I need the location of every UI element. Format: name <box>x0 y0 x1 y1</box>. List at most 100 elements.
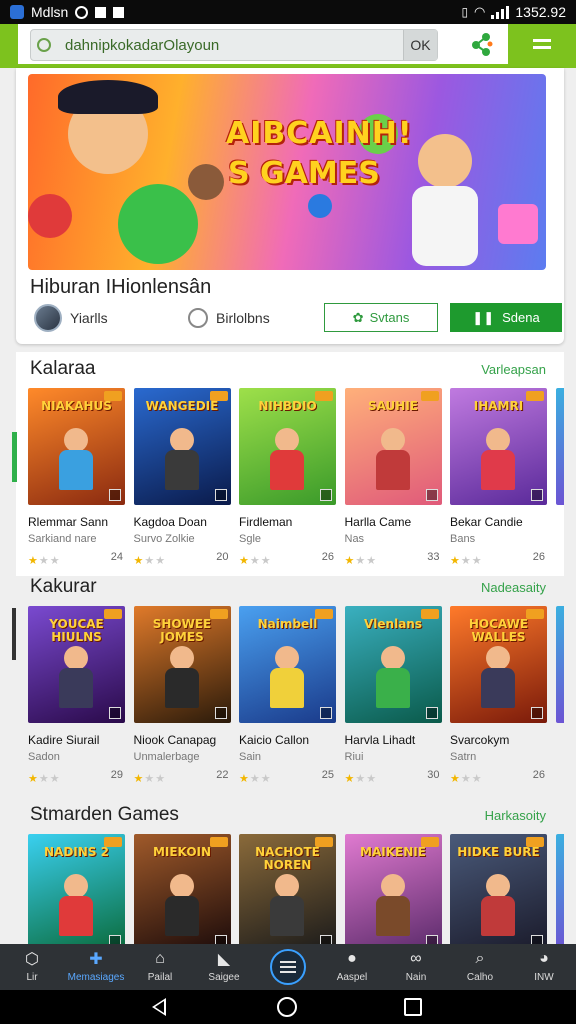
nav-item[interactable]: ⌕ Calho <box>448 944 512 990</box>
recents-icon[interactable] <box>404 998 422 1016</box>
secondary-button[interactable]: ✿ Svtans <box>324 303 438 332</box>
image-icon <box>95 6 107 18</box>
game-card[interactable]: YOUCAE HIULNS Kadire Siurail Sadon ★★★ 29 <box>28 606 125 785</box>
home-icon[interactable] <box>277 997 297 1017</box>
game-thumbnail[interactable] <box>556 606 564 723</box>
game-name[interactable]: Harvla Lihadt <box>345 733 442 747</box>
nav-item-label: Calho <box>466 972 494 983</box>
game-thumbnail[interactable]: SAUHIE <box>344 388 442 505</box>
nav-item[interactable]: ⌂ Pailal <box>128 944 192 990</box>
avatar[interactable] <box>34 304 62 332</box>
game-name[interactable]: Kadire Siurail <box>28 733 125 747</box>
nav-item[interactable]: ◕ INW <box>512 944 576 990</box>
game-card[interactable]: NIAKAHUS Rlemmar Sann Sarkiand nare ★★★ 24 <box>28 388 125 567</box>
nav-item[interactable]: ● Aaspel <box>320 944 384 990</box>
character-body <box>270 896 304 936</box>
game-name[interactable]: Rlemmar Sann <box>28 515 125 529</box>
game-card[interactable]: WANGEDIE Kagdoa Doan Survo Zolkie ★★★ 20 <box>133 388 231 567</box>
game-card[interactable]: HIDKE BURE <box>450 834 547 944</box>
nav-item[interactable]: ✚ Memasiages <box>64 944 128 990</box>
game-thumbnail[interactable]: Vlenlans <box>344 606 442 723</box>
game-card[interactable]: Naimbell Kaicio Callon Sain ★★★ 25 <box>239 606 336 785</box>
game-card-peek[interactable] <box>556 834 564 944</box>
game-developer: Satrn <box>450 751 477 763</box>
character-body <box>164 450 199 490</box>
section-see-all-link[interactable]: Varleapsan <box>481 362 546 377</box>
game-thumbnail[interactable]: HIDKE BURE <box>450 834 547 944</box>
game-thumbnail[interactable]: MAIKENIE <box>344 834 442 944</box>
game-card[interactable]: MAIKENIE <box>344 834 442 944</box>
game-name[interactable]: Bekar Candie <box>450 515 547 529</box>
game-art-title: Naimbell <box>257 617 318 631</box>
featured-banner[interactable]: AIBCAINH! S GAMES <box>28 74 546 270</box>
rating-row: ★★★ 26 <box>239 551 336 567</box>
game-name[interactable]: Svarcokym <box>450 733 547 747</box>
card-row: NIAKAHUS Rlemmar Sann Sarkiand nare ★★★ 24 WA… <box>28 388 564 568</box>
game-card[interactable]: IHAMRI Bekar Candie Bans ★★★ 26 <box>450 388 547 567</box>
game-developer: Nas <box>344 533 365 545</box>
game-card[interactable]: NADINS 2 <box>28 834 125 944</box>
game-thumbnail[interactable]: MIEKOIN <box>133 834 231 944</box>
game-name[interactable]: Kaicio Callon <box>239 733 336 747</box>
star-rating-icon: ★★★ <box>28 555 61 567</box>
nav-menu-button[interactable] <box>256 944 320 990</box>
nav-item[interactable]: ◣ Saigee <box>192 944 256 990</box>
game-thumbnail[interactable]: HOCAWE WALLES <box>450 606 547 723</box>
game-thumbnail[interactable] <box>556 388 564 505</box>
game-thumbnail[interactable]: NACHOTE NOREN <box>239 834 336 944</box>
nav-item-label: Memasiages <box>67 972 125 983</box>
author-name[interactable]: Yiarlls <box>70 310 188 326</box>
game-card[interactable]: HOCAWE WALLES Svarcokym Satrn ★★★ 26 <box>450 606 547 785</box>
game-card[interactable]: MIEKOIN <box>133 834 231 944</box>
game-card[interactable]: SAUHIE Harlla Came Nas ★★★ 33 <box>344 388 442 567</box>
game-thumbnail[interactable]: YOUCAE HIULNS <box>28 606 125 723</box>
platform-icon <box>214 489 227 501</box>
section-see-all-link[interactable]: Harkasoity <box>485 808 546 823</box>
rating-row: ★★★ 25 <box>239 769 336 785</box>
game-name[interactable]: Harlla Came <box>345 515 442 529</box>
character-head <box>486 646 510 670</box>
game-card-peek[interactable] <box>556 388 564 505</box>
chat-icon[interactable] <box>188 308 208 328</box>
game-card[interactable]: NACHOTE NOREN <box>239 834 336 944</box>
game-name[interactable]: Kagdoa Doan <box>134 515 231 529</box>
character-head <box>486 428 510 452</box>
game-thumbnail[interactable]: NIAKAHUS <box>28 388 125 505</box>
game-thumbnail[interactable]: Naimbell <box>239 606 336 723</box>
game-thumbnail[interactable]: SHOWEE JOMES <box>133 606 231 723</box>
back-icon[interactable] <box>152 998 166 1016</box>
game-thumbnail[interactable] <box>556 834 564 944</box>
game-thumbnail[interactable]: IHAMRI <box>450 388 547 505</box>
game-developer: Sadon <box>28 751 60 763</box>
block-illustration <box>498 204 538 244</box>
platform-icon <box>531 935 543 944</box>
primary-button[interactable]: ❚❚ Sdena <box>450 303 562 332</box>
game-card[interactable]: Vlenlans Harvla Lihadt Riui ★★★ 30 <box>344 606 442 785</box>
nav-item[interactable]: ⬡ Lir <box>0 944 64 990</box>
nav-item[interactable]: ∞ Nain <box>384 944 448 990</box>
game-section: Kakurar Nadeasaity YOUCAE HIULNS Kadire Siu… <box>16 570 564 790</box>
game-art-title: NIHBDIO <box>258 399 317 413</box>
platform-icon <box>425 489 438 501</box>
game-thumbnail[interactable]: NIHBDIO <box>239 388 336 505</box>
accent-strip <box>0 24 18 64</box>
search-input[interactable] <box>65 36 395 54</box>
search-clear-button[interactable]: OK <box>403 30 437 60</box>
rating-count: 30 <box>427 769 440 781</box>
rating-row: ★★★ 26 <box>450 769 547 785</box>
game-art-title: MAIKENIE <box>360 845 426 859</box>
game-section: Kalaraa Varleapsan NIAKAHUS Rlemmar Sann Sar… <box>16 352 564 576</box>
game-name[interactable]: Firdleman <box>239 515 336 529</box>
comments-label[interactable]: Birlolbns <box>216 310 334 326</box>
menu-button[interactable] <box>508 24 576 64</box>
search-bar[interactable]: OK <box>30 29 438 61</box>
section-see-all-link[interactable]: Nadeasaity <box>481 580 546 595</box>
game-name[interactable]: Niook Canapag <box>134 733 231 747</box>
game-card-peek[interactable] <box>556 606 564 723</box>
game-card[interactable]: NIHBDIO Firdleman Sgle ★★★ 26 <box>239 388 336 567</box>
rating-count: 33 <box>427 551 440 563</box>
game-card[interactable]: SHOWEE JOMES Niook Canapag Unmalerbage ★★★ 2… <box>133 606 231 785</box>
share-icon[interactable] <box>468 32 496 56</box>
game-thumbnail[interactable]: NADINS 2 <box>28 834 125 944</box>
game-thumbnail[interactable]: WANGEDIE <box>133 388 231 505</box>
